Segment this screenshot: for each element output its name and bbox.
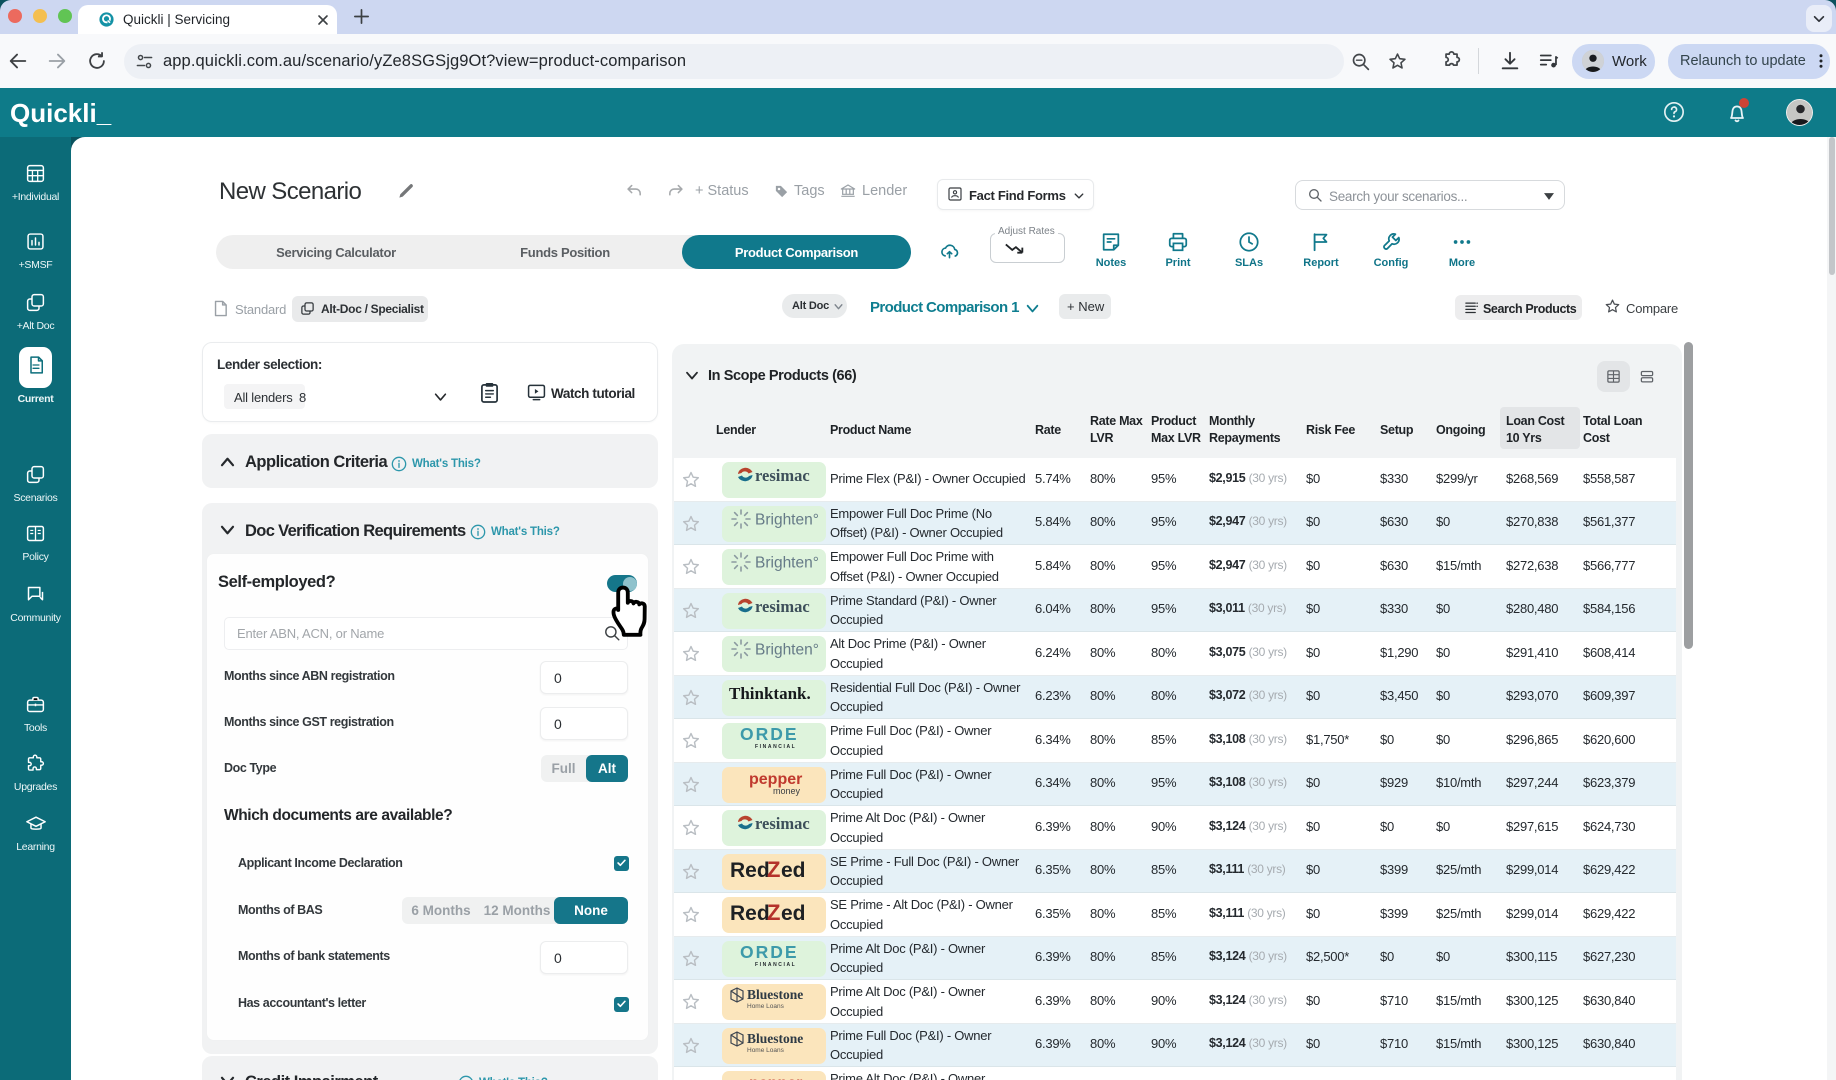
svg-text:Bluestone: Bluestone xyxy=(747,1031,803,1046)
svg-text:FINANCIAL: FINANCIAL xyxy=(755,962,796,968)
svg-text:ed: ed xyxy=(781,859,806,882)
svg-text:ORDE: ORDE xyxy=(740,942,799,962)
svg-text:Home Loans: Home Loans xyxy=(747,1047,785,1054)
svg-text:Red: Red xyxy=(730,902,770,925)
svg-text:resimac: resimac xyxy=(755,814,810,833)
svg-text:Home Loans: Home Loans xyxy=(747,1003,785,1010)
svg-text:Brighten°: Brighten° xyxy=(755,511,819,528)
svg-text:money: money xyxy=(773,786,801,796)
svg-text:Z: Z xyxy=(767,900,780,925)
svg-text:Thinktank.: Thinktank. xyxy=(729,684,811,703)
svg-text:Red: Red xyxy=(730,859,770,882)
svg-text:Brighten°: Brighten° xyxy=(755,642,819,659)
svg-text:ORDE: ORDE xyxy=(740,724,799,744)
svg-text:resimac: resimac xyxy=(755,466,810,485)
svg-text:Bluestone: Bluestone xyxy=(747,987,803,1002)
svg-text:FINANCIAL: FINANCIAL xyxy=(755,744,796,750)
svg-text:Z: Z xyxy=(767,857,780,882)
svg-text:pepper: pepper xyxy=(749,1075,802,1080)
svg-text:Brighten°: Brighten° xyxy=(755,555,819,572)
svg-text:resimac: resimac xyxy=(755,597,810,616)
svg-text:ed: ed xyxy=(781,902,806,925)
